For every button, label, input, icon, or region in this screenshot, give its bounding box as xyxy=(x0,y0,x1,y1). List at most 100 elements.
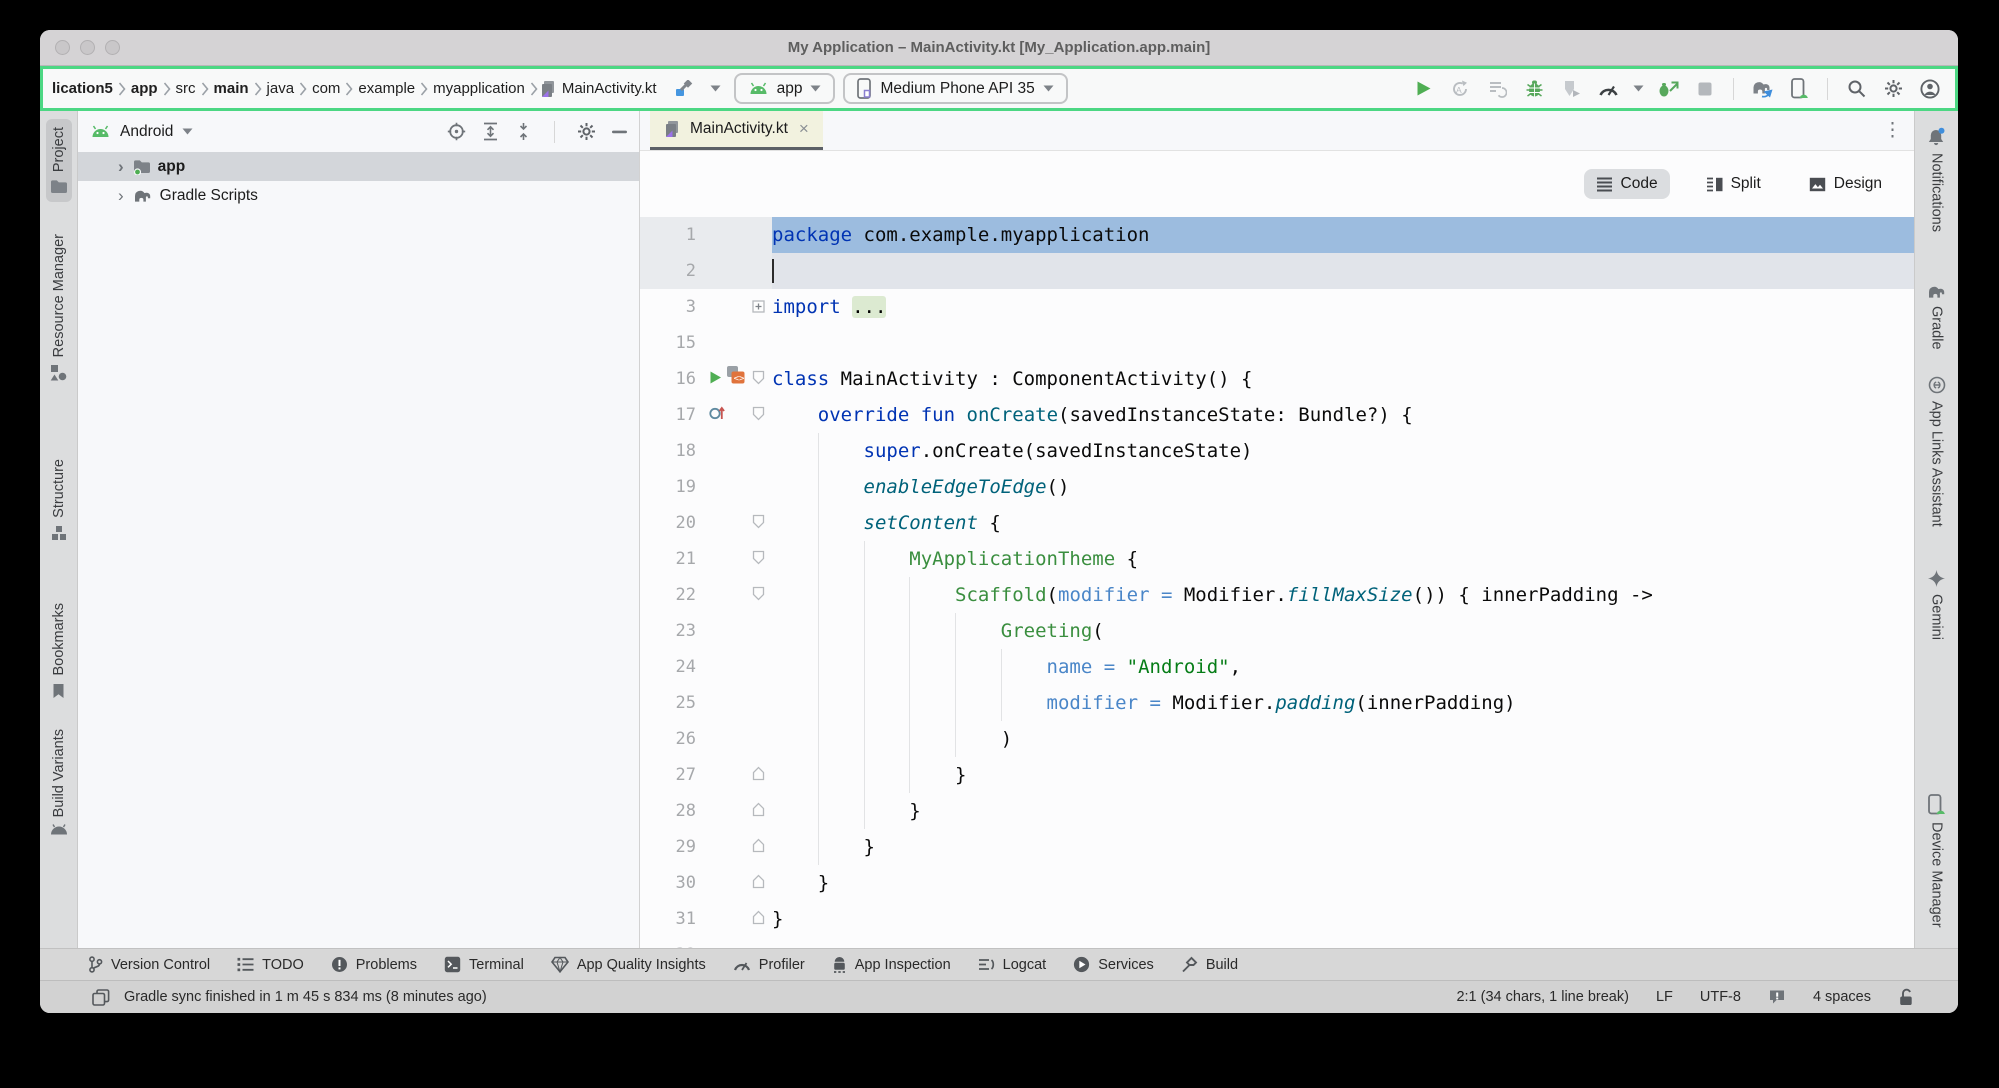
tab-mainactivity[interactable]: MainActivity.kt × xyxy=(650,111,823,150)
code-text[interactable]: } xyxy=(772,829,1914,865)
toolwindow-button-terminal[interactable]: Terminal xyxy=(444,956,524,973)
run-configuration-select[interactable]: app xyxy=(734,73,836,104)
fold-open-icon[interactable] xyxy=(752,577,765,613)
stop-button[interactable] xyxy=(1690,74,1720,104)
sidebar-item-device-manager[interactable]: Device Manager xyxy=(1924,786,1949,936)
device-select[interactable]: Medium Phone API 35 xyxy=(843,73,1067,104)
settings-button[interactable] xyxy=(1878,74,1908,104)
toolwindow-button-build[interactable]: Build xyxy=(1181,956,1238,973)
code-text[interactable]: Greeting( xyxy=(772,613,1914,649)
toolwindow-button-app-inspection[interactable]: App Inspection xyxy=(832,956,951,973)
chevron-down-icon[interactable] xyxy=(708,85,724,92)
profiler-button[interactable] xyxy=(1593,74,1623,104)
tree-node-gradle-scripts[interactable]: ›Gradle Scripts xyxy=(78,181,639,210)
debug-button[interactable] xyxy=(1519,74,1549,104)
sidebar-item-gradle[interactable]: Gradle xyxy=(1923,276,1951,358)
toolwindow-button-app-quality-insights[interactable]: App Quality Insights xyxy=(551,956,706,973)
project-view-selector[interactable]: Android xyxy=(120,123,173,141)
line-separator[interactable]: LF xyxy=(1656,989,1673,1005)
toolwindow-button-todo[interactable]: TODO xyxy=(237,957,304,973)
expand-all-icon[interactable] xyxy=(482,122,499,141)
chevron-down-icon[interactable] xyxy=(1630,85,1646,92)
breadcrumb-item-main[interactable]: main xyxy=(211,80,252,97)
code-text[interactable]: name = "Android", xyxy=(772,649,1914,685)
fold-open-icon[interactable] xyxy=(752,505,765,541)
chevron-down-icon[interactable] xyxy=(182,128,193,135)
toolwindow-button-logcat[interactable]: Logcat xyxy=(978,957,1047,973)
code-text[interactable]: class MainActivity : ComponentActivity()… xyxy=(772,361,1914,397)
code-text[interactable]: import ... xyxy=(772,289,1914,325)
fold-plus-icon[interactable] xyxy=(752,289,765,325)
code-text[interactable]: } xyxy=(772,901,1914,937)
expand-chevron-icon[interactable]: › xyxy=(118,157,124,177)
code-text[interactable]: super.onCreate(savedInstanceState) xyxy=(772,433,1914,469)
editor-options-icon[interactable]: ⋮ xyxy=(1883,119,1902,142)
search-everywhere-button[interactable] xyxy=(1841,74,1871,104)
sidebar-item-notifications[interactable]: Notifications xyxy=(1923,119,1950,240)
file-encoding[interactable]: UTF-8 xyxy=(1700,989,1741,1005)
run-button[interactable] xyxy=(1408,74,1438,104)
code-text[interactable]: enableEdgeToEdge() xyxy=(772,469,1914,505)
notification-balloon-icon[interactable] xyxy=(1768,989,1786,1005)
code-text[interactable]: } xyxy=(772,865,1914,901)
code-text[interactable]: ) xyxy=(772,721,1914,757)
toolwindow-button-problems[interactable]: Problems xyxy=(331,956,417,973)
attach-debugger-button[interactable] xyxy=(1556,74,1586,104)
code-text[interactable] xyxy=(772,325,1914,361)
fold-open-icon[interactable] xyxy=(752,397,765,433)
run-small-gutter-button[interactable] xyxy=(708,361,723,397)
collapse-all-icon[interactable] xyxy=(515,122,532,141)
caret-position[interactable]: 2:1 (34 chars, 1 line break) xyxy=(1456,989,1628,1005)
override-gutter-button[interactable] xyxy=(708,397,726,433)
fold-close-icon[interactable] xyxy=(752,865,765,901)
account-button[interactable] xyxy=(1915,74,1945,104)
sync-gradle-button[interactable] xyxy=(1747,74,1777,104)
fold-close-icon[interactable] xyxy=(752,901,765,937)
breadcrumb-item-myapplication[interactable]: myapplication xyxy=(430,80,528,97)
fold-close-icon[interactable] xyxy=(752,829,765,865)
breadcrumb-item-example[interactable]: example xyxy=(355,80,418,97)
toolwindow-button-services[interactable]: Services xyxy=(1073,956,1154,973)
mode-split-button[interactable]: Split xyxy=(1694,169,1773,199)
sidebar-item-project[interactable]: Project xyxy=(46,119,72,202)
code-text[interactable]: Scaffold(modifier = Modifier.fillMaxSize… xyxy=(772,577,1914,613)
fold-close-icon[interactable] xyxy=(752,757,765,793)
hide-panel-icon[interactable] xyxy=(612,130,627,134)
compose-gutter-button[interactable]: <> xyxy=(725,361,746,397)
breadcrumb-item-java[interactable]: java xyxy=(264,80,298,97)
build-tool-button[interactable] xyxy=(670,74,700,104)
toolwindow-button-profiler[interactable]: Profiler xyxy=(733,957,805,973)
code-text[interactable]: MyApplicationTheme { xyxy=(772,541,1914,577)
breadcrumb-item-com[interactable]: com xyxy=(309,80,343,97)
tree-node-app[interactable]: ›app xyxy=(78,152,639,181)
code-text[interactable]: override fun onCreate(savedInstanceState… xyxy=(772,397,1914,433)
fold-open-icon[interactable] xyxy=(752,541,765,577)
toolwindow-button-version-control[interactable]: Version Control xyxy=(88,956,210,973)
indent-setting[interactable]: 4 spaces xyxy=(1813,989,1871,1005)
sidebar-item-build-variants[interactable]: Build Variants xyxy=(46,721,72,843)
code-editor[interactable]: ✓ 1package com.example.myapplication23im… xyxy=(640,217,1914,948)
apply-code-changes-button[interactable] xyxy=(1482,74,1512,104)
breadcrumb-item-lication5[interactable]: lication5 xyxy=(49,80,116,97)
sidebar-item-gemini[interactable]: Gemini xyxy=(1924,562,1949,648)
mode-code-button[interactable]: Code xyxy=(1584,169,1670,199)
profile-low-overhead-button[interactable] xyxy=(1653,74,1683,104)
locate-file-icon[interactable] xyxy=(447,122,466,141)
code-text[interactable]: } xyxy=(772,793,1914,829)
device-manager-button[interactable] xyxy=(1784,74,1814,104)
sidebar-item-bookmarks[interactable]: Bookmarks xyxy=(47,595,71,707)
code-text[interactable]: modifier = Modifier.padding(innerPadding… xyxy=(772,685,1914,721)
breadcrumb-item-mainactivity-kt[interactable]: MainActivity.kt xyxy=(559,80,660,97)
breadcrumb-item-app[interactable]: app xyxy=(128,80,161,97)
code-text[interactable] xyxy=(772,253,1914,289)
fold-close-icon[interactable] xyxy=(752,793,765,829)
expand-chevron-icon[interactable]: › xyxy=(118,186,124,206)
mode-design-button[interactable]: Design xyxy=(1797,169,1894,199)
code-text[interactable]: } xyxy=(772,757,1914,793)
breadcrumb-item-src[interactable]: src xyxy=(173,80,199,97)
close-tab-icon[interactable]: × xyxy=(799,119,809,139)
sidebar-item-app-links-assistant[interactable]: App Links Assistant xyxy=(1924,368,1950,535)
code-text[interactable] xyxy=(772,937,1914,948)
gear-icon[interactable] xyxy=(577,122,596,141)
fold-open-icon[interactable] xyxy=(752,361,765,397)
